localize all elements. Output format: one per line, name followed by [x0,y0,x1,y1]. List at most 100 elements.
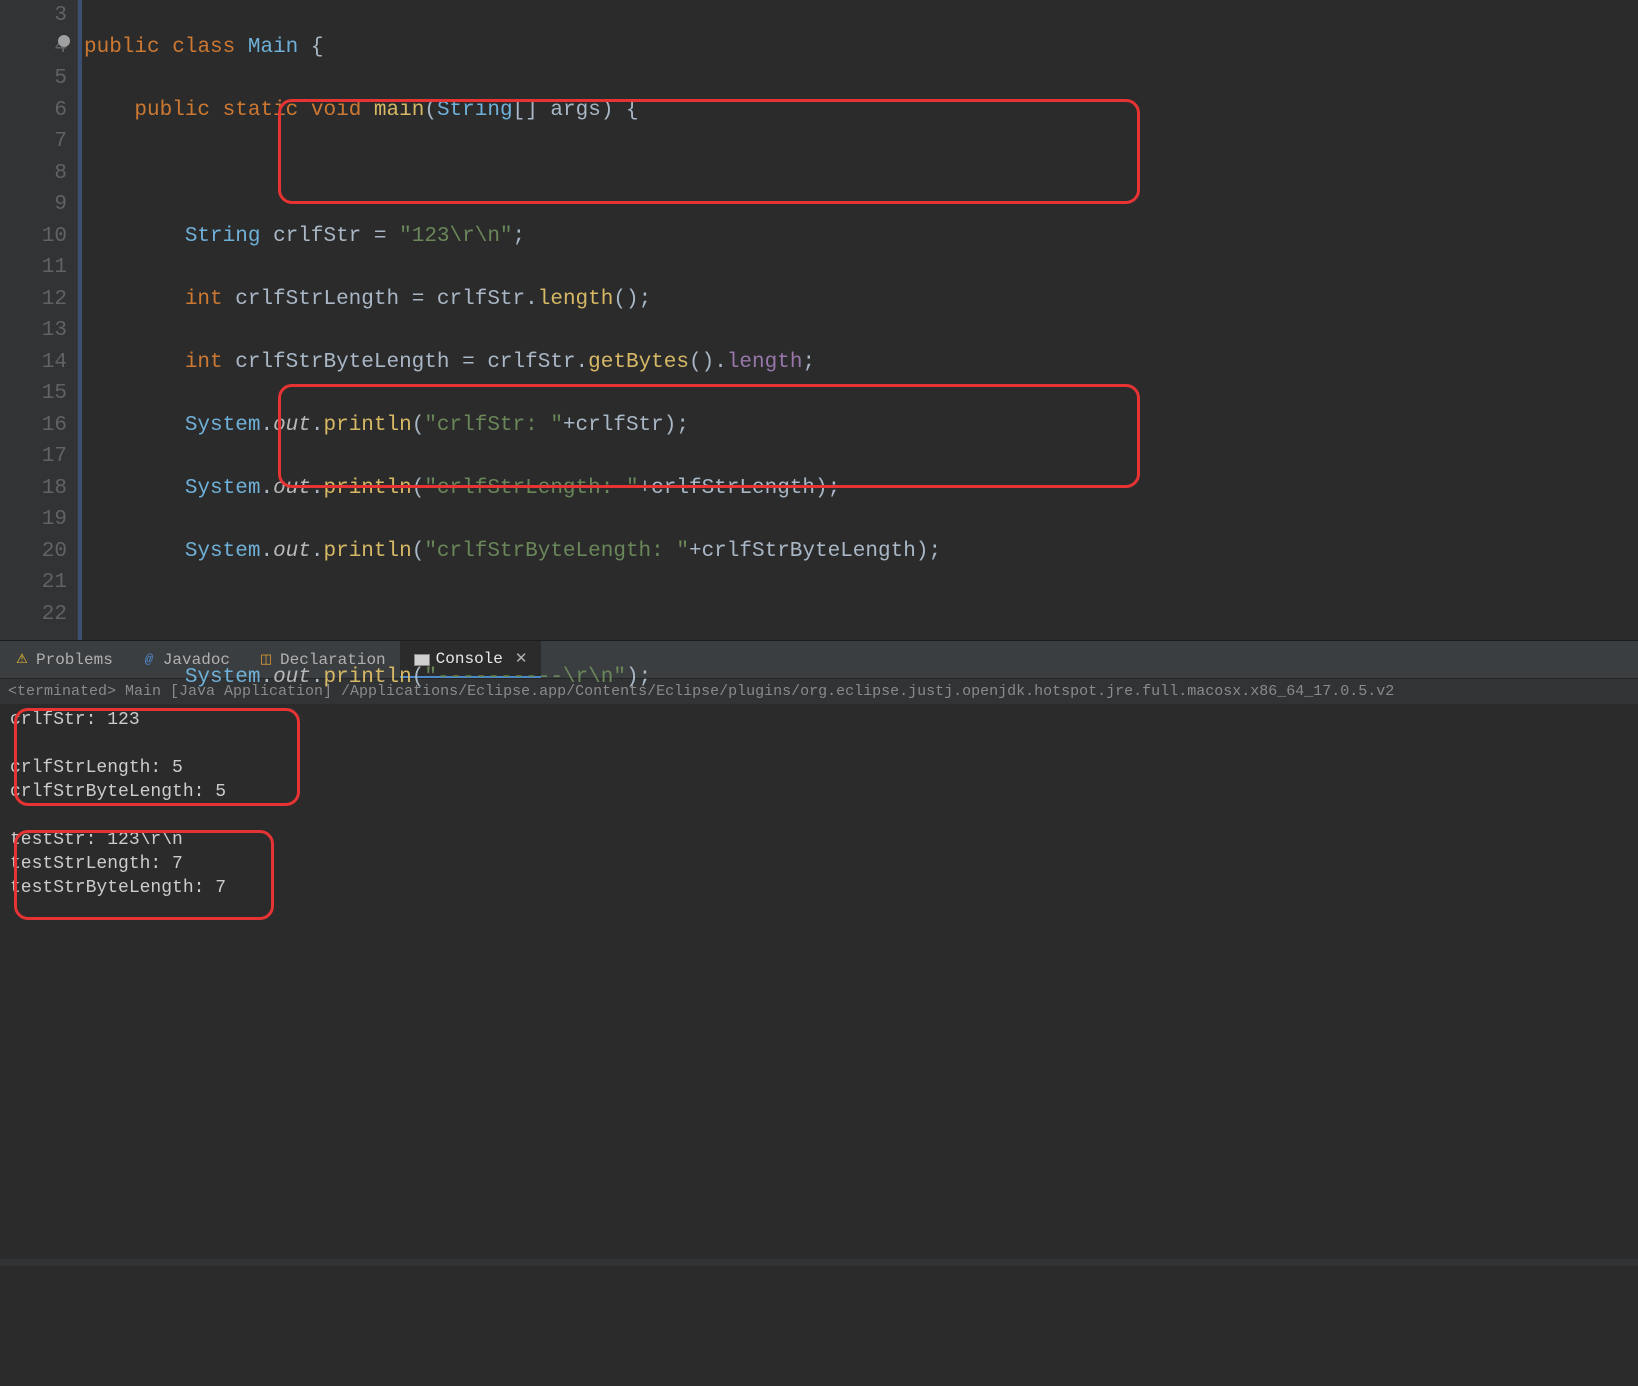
line-number: 13 [0,315,67,347]
code-line-12[interactable] [84,599,1638,631]
string-literal: "crlfStrByteLength: " [424,540,689,563]
class-ref: System [185,414,261,437]
paren: () [613,288,638,311]
paren: ) [601,99,614,122]
parameter: args [550,99,600,122]
dot: . [576,351,589,374]
variable: crlfStr [576,414,664,437]
dot: . [260,477,273,500]
paren: ( [412,666,425,689]
semicolon: ; [639,288,652,311]
method-call: println [323,540,411,563]
code-editor[interactable]: 3 4 5 6 7 8 9 10 11 12 13 14 15 16 17 18… [0,0,1638,640]
field: out [273,540,311,563]
class-ref: System [185,477,261,500]
dot: . [311,666,324,689]
keyword: void [311,99,361,122]
paren: ( [424,99,437,122]
method-call: println [323,477,411,500]
keyword: int [185,288,223,311]
line-number: 15 [0,378,67,410]
string-literal: "crlfStrLength: " [424,477,638,500]
line-number: 18 [0,473,67,505]
line-number: 5 [0,63,67,95]
method-call: length [538,288,614,311]
field: out [273,414,311,437]
console-output[interactable]: crlfStr: 123 crlfStrLength: 5 crlfStrByt… [0,704,1638,1259]
code-line-5[interactable] [84,158,1638,190]
code-line-8[interactable]: int crlfStrByteLength = crlfStr.getBytes… [84,347,1638,379]
bottom-panel: ⚠ Problems @ Javadoc ◫ Declaration Conso… [0,640,1638,1266]
string-literal: "crlfStr: " [424,414,563,437]
method-entry-marker-icon[interactable] [58,35,70,47]
keyword: public [134,99,210,122]
line-number: 17 [0,441,67,473]
code-line-4[interactable]: public static void main(String[] args) { [84,95,1638,127]
operator: + [639,477,652,500]
code-line-6[interactable]: String crlfStr = "123\r\n"; [84,221,1638,253]
code-content[interactable]: public class Main { public static void m… [78,0,1638,640]
line-number: 11 [0,252,67,284]
line-number: 9 [0,189,67,221]
dot: . [260,414,273,437]
keyword: public [84,36,160,59]
line-number-gutter: 3 4 5 6 7 8 9 10 11 12 13 14 15 16 17 18… [0,0,78,640]
paren: ) [916,540,929,563]
method-call: getBytes [588,351,689,374]
dot: . [260,540,273,563]
line-number: 16 [0,410,67,442]
type: String [437,99,513,122]
brace: { [626,99,639,122]
paren: ( [412,414,425,437]
line-number: 4 [0,32,67,64]
method-name: main [374,99,424,122]
paren: () [689,351,714,374]
code-line-3[interactable]: public class Main { [84,32,1638,64]
code-line-13[interactable]: System.out.println("----------\r\n"); [84,662,1638,694]
code-line-10[interactable]: System.out.println("crlfStrLength: "+crl… [84,473,1638,505]
paren: ) [626,666,639,689]
semicolon: ; [513,225,526,248]
line-number: 7 [0,126,67,158]
paren: ( [412,540,425,563]
semicolon: ; [828,477,841,500]
code-line-11[interactable]: System.out.println("crlfStrByteLength: "… [84,536,1638,568]
line-number: 22 [0,599,67,631]
class-name: Main [248,36,298,59]
operator: + [563,414,576,437]
line-number: 21 [0,567,67,599]
code-line-9[interactable]: System.out.println("crlfStr: "+crlfStr); [84,410,1638,442]
line-number: 19 [0,504,67,536]
method-call: println [323,414,411,437]
line-number: 6 [0,95,67,127]
property: length [727,351,803,374]
variable: crlfStrLength [235,288,399,311]
dot: . [260,666,273,689]
string-literal: "----------\r\n" [424,666,626,689]
line-number: 8 [0,158,67,190]
operator: = [412,288,425,311]
variable: crlfStrLength [651,477,815,500]
class-ref: System [185,540,261,563]
line-number: 14 [0,347,67,379]
variable: crlfStr [437,288,525,311]
variable: crlfStr [487,351,575,374]
code-line-7[interactable]: int crlfStrLength = crlfStr.length(); [84,284,1638,316]
paren: ) [815,477,828,500]
dot: . [714,351,727,374]
brackets: [] [513,99,538,122]
method-call: println [323,666,411,689]
line-number: 3 [0,0,67,32]
keyword: static [223,99,299,122]
operator: + [689,540,702,563]
field: out [273,666,311,689]
variable: crlfStrByteLength [702,540,916,563]
type: String [185,225,261,248]
line-number: 20 [0,536,67,568]
field: out [273,477,311,500]
problems-icon: ⚠ [14,652,30,668]
line-number: 10 [0,221,67,253]
dot: . [311,414,324,437]
semicolon: ; [639,666,652,689]
paren: ( [412,477,425,500]
